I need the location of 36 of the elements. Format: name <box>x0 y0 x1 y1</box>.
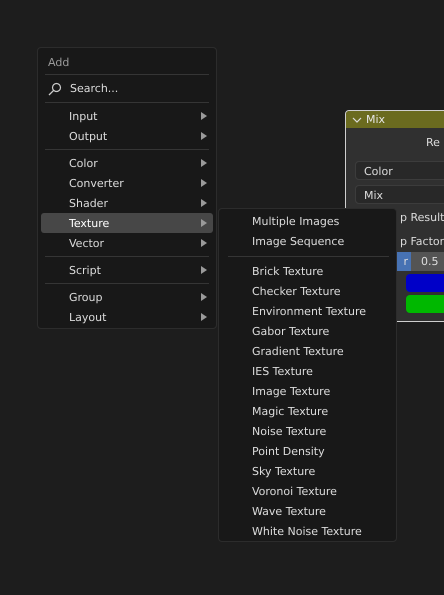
menu-item[interactable]: Layout <box>41 307 213 327</box>
menu-item[interactable]: Output <box>41 126 213 146</box>
menu-item[interactable]: Gradient Texture <box>222 342 393 362</box>
menu-item[interactable]: Multiple Images <box>222 212 393 232</box>
search-field[interactable]: Search... <box>41 75 213 102</box>
menu-item[interactable]: Script <box>41 260 213 280</box>
menu-item[interactable]: Input <box>41 106 213 126</box>
menu-item[interactable]: Image Sequence <box>222 232 393 252</box>
menu-item[interactable]: Texture <box>41 213 213 233</box>
search-icon <box>48 82 62 96</box>
output-label: Re <box>426 136 440 149</box>
menu-item[interactable]: Wave Texture <box>222 502 393 522</box>
menu-title: Add <box>47 55 70 71</box>
menu-item[interactable]: Gabor Texture <box>222 322 393 342</box>
search-input[interactable]: Search... <box>70 82 190 95</box>
blend-mode-dropdown[interactable]: Mix <box>355 185 444 204</box>
menu-item[interactable]: Shader <box>41 193 213 213</box>
chevron-icon[interactable] <box>352 116 362 122</box>
clamp-result-label: p Result <box>400 211 444 224</box>
menu-item[interactable]: Point Density <box>222 442 393 462</box>
menu-item[interactable]: Group <box>41 287 213 307</box>
menu-item[interactable]: Sky Texture <box>222 462 393 482</box>
menu-item[interactable]: Color <box>41 153 213 173</box>
menu-item[interactable]: Magic Texture <box>222 402 393 422</box>
menu-item[interactable]: Vector <box>41 233 213 253</box>
menu-item[interactable]: Converter <box>41 173 213 193</box>
menu-item[interactable]: Checker Texture <box>222 282 393 302</box>
menu-item[interactable]: Image Texture <box>222 382 393 402</box>
menu-item[interactable]: Voronoi Texture <box>222 482 393 502</box>
menu-item[interactable]: IES Texture <box>222 362 393 382</box>
data-type-dropdown[interactable]: Color <box>355 161 444 180</box>
menu-item[interactable]: White Noise Texture <box>222 522 393 542</box>
clamp-factor-label: p Factor <box>400 235 444 248</box>
menu-item[interactable]: Environment Texture <box>222 302 393 322</box>
menu-item[interactable]: Noise Texture <box>222 422 393 442</box>
node-title: Mix <box>366 113 386 126</box>
